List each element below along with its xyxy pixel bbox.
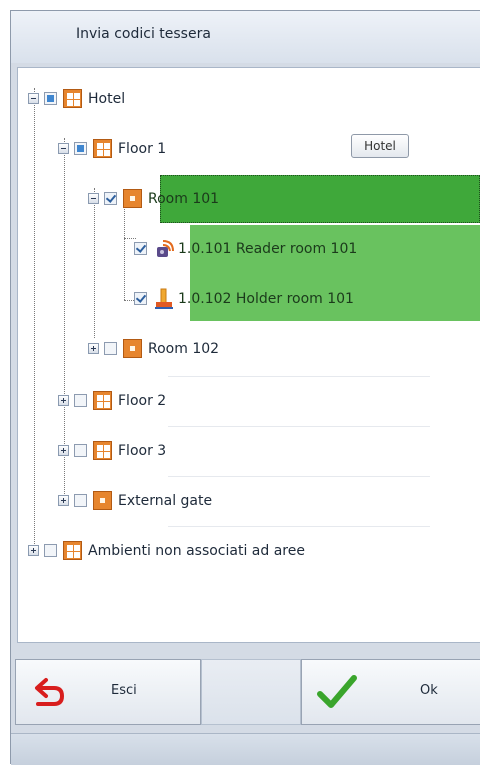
tree-node-unassigned[interactable]: Ambienti non associati ad aree (18, 538, 478, 566)
area-grid-icon (63, 541, 82, 560)
floor-3-checkbox[interactable] (74, 444, 87, 457)
row-separator (168, 476, 430, 477)
area-tree[interactable]: Hotel Floor 1 Room 101 1.0.101 Reader ro… (17, 67, 480, 643)
collapse-toggle[interactable] (28, 93, 39, 104)
tree-node-floor-1[interactable]: Floor 1 (18, 136, 478, 164)
room-icon (123, 189, 142, 208)
tree-node-external-gate[interactable]: External gate (18, 488, 478, 516)
area-grid-icon (93, 391, 112, 410)
collapse-toggle[interactable] (58, 143, 69, 154)
holder-101-checkbox[interactable] (134, 292, 147, 305)
ok-label: Ok (420, 683, 438, 698)
external-gate-label: External gate (118, 493, 213, 509)
unassigned-label: Ambienti non associati ad aree (88, 543, 305, 559)
row-separator (168, 426, 430, 427)
hotel-checkbox[interactable] (44, 92, 57, 105)
button-spacer (201, 659, 301, 725)
title-bar: Invia codici tessera (11, 11, 480, 63)
exit-button[interactable]: Esci (15, 659, 201, 725)
card-holder-icon (155, 288, 173, 309)
room-icon (93, 491, 112, 510)
area-grid-icon (93, 441, 112, 460)
room-101-checkbox[interactable] (104, 192, 117, 205)
floor-2-checkbox[interactable] (74, 394, 87, 407)
tree-node-floor-2[interactable]: Floor 2 (18, 388, 478, 416)
window-title: Invia codici tessera (76, 26, 211, 42)
reader-101-checkbox[interactable] (134, 242, 147, 255)
floor-2-label: Floor 2 (118, 393, 167, 409)
collapse-toggle[interactable] (88, 193, 99, 204)
reader-101-label: 1.0.101 Reader room 101 (178, 241, 358, 257)
status-bar (11, 733, 480, 765)
floor-3-label: Floor 3 (118, 443, 167, 459)
tree-node-room-102[interactable]: Room 102 (18, 336, 478, 364)
checkmark-icon (317, 675, 357, 708)
tree-node-holder-101[interactable]: 1.0.102 Holder room 101 (18, 286, 478, 314)
tree-node-floor-3[interactable]: Floor 3 (18, 438, 478, 466)
tree-node-room-101[interactable]: Room 101 (18, 186, 478, 214)
card-reader-icon (157, 240, 174, 257)
floor-1-checkbox[interactable] (74, 142, 87, 155)
row-separator (168, 526, 430, 527)
room-102-checkbox[interactable] (104, 342, 117, 355)
expand-toggle[interactable] (28, 545, 39, 556)
room-101-label: Room 101 (148, 191, 220, 207)
tree-node-hotel[interactable]: Hotel (18, 86, 478, 114)
holder-101-label: 1.0.102 Holder room 101 (178, 291, 354, 307)
external-gate-checkbox[interactable] (74, 494, 87, 507)
expand-toggle[interactable] (58, 445, 69, 456)
exit-label: Esci (111, 683, 137, 698)
unassigned-checkbox[interactable] (44, 544, 57, 557)
expand-toggle[interactable] (58, 395, 69, 406)
expand-toggle[interactable] (88, 343, 99, 354)
hotel-tooltip: Hotel (351, 134, 409, 158)
floor-1-label: Floor 1 (118, 141, 167, 157)
hotel-label: Hotel (88, 91, 126, 107)
tree-node-reader-101[interactable]: 1.0.101 Reader room 101 (18, 236, 478, 264)
ok-button[interactable]: Ok (301, 659, 480, 725)
area-grid-icon (93, 139, 112, 158)
room-icon (123, 339, 142, 358)
expand-toggle[interactable] (58, 495, 69, 506)
room-102-label: Room 102 (148, 341, 220, 357)
row-separator (168, 376, 430, 377)
send-card-codes-dialog: Invia codici tessera Hotel Floor 1 Room … (10, 10, 480, 765)
area-grid-icon (63, 89, 82, 108)
undo-arrow-icon (35, 678, 65, 706)
